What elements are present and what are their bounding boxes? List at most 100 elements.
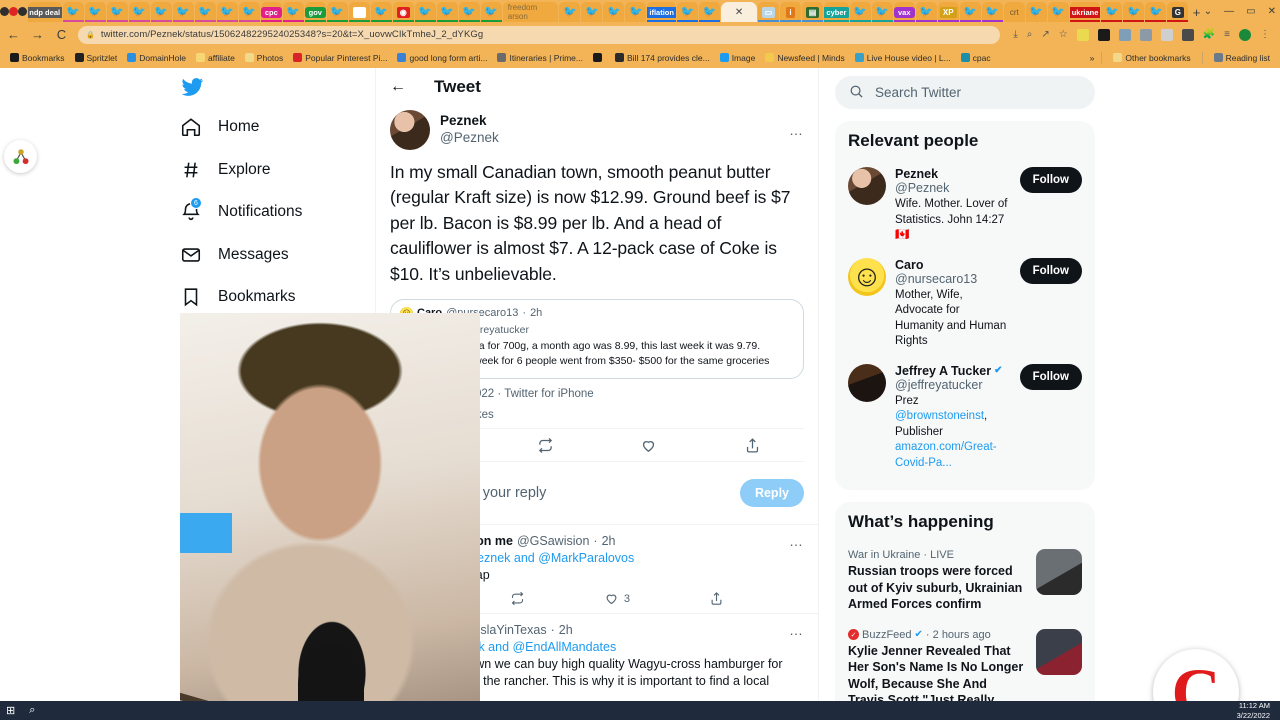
bio-mention-link[interactable]: @brownstoneinst [895, 410, 984, 422]
bookmark-item-7[interactable]: Itineraries | Prime... [493, 52, 587, 64]
browser-tab-9[interactable]: 🐦 [238, 2, 260, 22]
sidebar-item-explore[interactable]: Explore [170, 149, 360, 192]
relevant-person[interactable]: Caro@nursecaro13 Mother, Wife, Advocate f… [848, 251, 1082, 357]
follow-button[interactable]: Follow [1019, 167, 1082, 193]
browser-tab-14[interactable]: W [348, 2, 370, 22]
browser-tab-42[interactable]: 🐦 [1025, 2, 1047, 22]
browser-tab-3[interactable]: 🐦 [106, 2, 128, 22]
extension-icon-5[interactable] [1181, 28, 1194, 41]
author-name[interactable]: Peznek [440, 113, 499, 130]
bookmark-item-10[interactable]: Image [716, 52, 760, 64]
person-name[interactable]: Jeffrey A Tucker ✔ [895, 364, 1011, 378]
back-arrow-icon[interactable]: ← [390, 78, 406, 96]
extension-icon-4[interactable] [1160, 28, 1173, 41]
reply-author-handle[interactable]: @GSawision [517, 534, 589, 548]
browser-tab-33[interactable]: cyber [824, 2, 849, 22]
bookmark-item-6[interactable]: good long form arti... [393, 52, 491, 64]
like-icon[interactable] [640, 437, 657, 454]
bookmark-item-12[interactable]: Live House video | L... [851, 52, 955, 64]
browser-tab-29[interactable]: ✕ [721, 2, 758, 22]
browser-tab-4[interactable]: 🐦 [128, 2, 150, 22]
browser-tab-46[interactable]: 🐦 [1123, 2, 1145, 22]
browser-tab-35[interactable]: 🐦 [871, 2, 893, 22]
person-name[interactable]: Caro [895, 258, 1011, 272]
avatar[interactable] [848, 257, 886, 296]
bookmarks-bar-right[interactable]: » Other bookmarks Reading list [1090, 51, 1274, 64]
browser-tab-12[interactable]: gov [304, 2, 326, 22]
avatar[interactable] [390, 110, 430, 150]
browser-tab-31[interactable]: i [780, 2, 802, 22]
sidebar-item-notifications[interactable]: 6 Notifications [170, 191, 360, 234]
browser-tab-34[interactable]: 🐦 [849, 2, 871, 22]
search-icon[interactable]: ⌕ [29, 704, 35, 717]
trend-item[interactable]: ✓ BuzzFeed ✔ · 2 hours ago Kylie Jenner Reve… [848, 621, 1082, 701]
back-button[interactable]: ← [6, 27, 21, 42]
extension-icon-1[interactable] [1076, 28, 1089, 41]
bookmarks-overflow-button[interactable]: » [1090, 53, 1095, 63]
tweet-author-row[interactable]: Peznek @Peznek … [376, 106, 818, 150]
molecule-icon[interactable] [4, 140, 37, 173]
browser-tab-28[interactable]: 🐦 [699, 2, 721, 22]
share-icon[interactable] [744, 437, 761, 454]
share-icon[interactable] [709, 591, 724, 606]
retweet-icon[interactable] [510, 591, 525, 606]
zoom-icon[interactable]: ⌕ [1027, 29, 1033, 40]
browser-tab-45[interactable]: 🐦 [1101, 2, 1123, 22]
browser-tab-27[interactable]: 🐦 [677, 2, 699, 22]
chrome-menu-icon[interactable]: ⋮ [1260, 29, 1270, 40]
browser-tab-11[interactable]: 🐦 [282, 2, 304, 22]
reply-more-icon[interactable]: … [789, 533, 804, 549]
reply-time[interactable]: 2h [602, 534, 616, 548]
follow-button[interactable]: Follow [1019, 363, 1082, 390]
bookmark-item-13[interactable]: cpac [957, 52, 995, 64]
browser-tab-25[interactable]: 🐦 [625, 2, 647, 22]
tab-strip[interactable]: ndp deal 🐦 🐦 🐦 🐦 🐦 🐦 🐦 🐦 🐦 cpc 🐦 gov 🐦 W 🐦 ◉ 🐦 🐦 🐦 🐦 freedom … [0, 0, 1280, 22]
bookmark-item-3[interactable]: affiliate [192, 52, 239, 64]
windows-taskbar[interactable]: ⊞ ⌕ 11:12 AM 3/22/2022 [0, 701, 1280, 720]
bookmark-item-4[interactable]: Photos [241, 52, 287, 64]
extension-icon-mailtrack[interactable] [1097, 28, 1110, 41]
forward-button[interactable]: → [30, 27, 45, 42]
extension-icon-2[interactable] [1118, 28, 1131, 41]
extension-icon-3[interactable] [1139, 28, 1152, 41]
browser-tab-16[interactable]: ◉ [392, 2, 414, 22]
browser-tab-6[interactable]: 🐦 [172, 2, 194, 22]
bookmark-item-9[interactable]: Bill 174 provides cle... [611, 52, 714, 64]
share-icon[interactable]: ↗ [1041, 29, 1049, 40]
install-icon[interactable]: ⤓ [1013, 29, 1017, 40]
window-controls[interactable]: ⌄ — ▭ ✕ [1204, 0, 1280, 22]
twitter-logo-icon[interactable] [170, 76, 360, 106]
browser-tab-7[interactable]: 🐦 [194, 2, 216, 22]
other-bookmarks-folder[interactable]: Other bookmarks [1109, 52, 1194, 64]
relevant-person[interactable]: Jeffrey A Tucker ✔ @jeffreyatucker Prez @br… [848, 357, 1082, 479]
browser-tab-21[interactable]: freedom arson [502, 2, 559, 22]
browser-tab-19[interactable]: 🐦 [458, 2, 480, 22]
person-handle[interactable]: @Peznek [895, 181, 1011, 195]
bookmark-item-11[interactable]: Newsfeed | Minds [761, 52, 848, 64]
windows-icon[interactable]: ⊞ [6, 704, 15, 717]
reading-list-button[interactable]: Reading list [1210, 52, 1274, 64]
browser-tab-2[interactable]: 🐦 [84, 2, 106, 22]
profile-avatar[interactable] [1239, 28, 1251, 41]
bookmarks-bar[interactable]: Bookmarks Spritzlet DomainHole affiliate Pho… [0, 47, 1280, 68]
browser-tab-18[interactable]: 🐦 [436, 2, 458, 22]
author-handle[interactable]: @Peznek [440, 130, 499, 147]
system-clock[interactable]: 11:12 AM 3/22/2022 [1237, 701, 1274, 720]
browser-tab-8[interactable]: 🐦 [216, 2, 238, 22]
reply-button[interactable]: Reply [739, 479, 804, 508]
browser-tab-40[interactable]: 🐦 [981, 2, 1003, 22]
bio-url-link[interactable]: amazon.com/Great-Covid-Pa... [895, 441, 997, 469]
new-tab-button[interactable]: + [1189, 2, 1203, 22]
person-handle[interactable]: @jeffreyatucker [895, 378, 1011, 392]
omnibox-actions[interactable]: ⤓ ⌕ ↗ ☆ 🧩 ≡ ⋮ [1009, 28, 1274, 41]
reply-time[interactable]: 2h [559, 623, 573, 637]
minimize-button[interactable]: — [1224, 6, 1234, 17]
browser-tab-22[interactable]: 🐦 [559, 2, 581, 22]
browser-tab-32[interactable]: ▤ [802, 2, 824, 22]
avatar[interactable] [848, 363, 886, 402]
bookmark-item-2[interactable]: DomainHole [123, 52, 190, 64]
search-input[interactable]: Search Twitter [835, 76, 1095, 109]
browser-tab-17[interactable]: 🐦 [414, 2, 436, 22]
bookmark-item-0[interactable]: Bookmarks [6, 52, 69, 64]
bookmark-item-1[interactable]: Spritzlet [71, 52, 122, 64]
